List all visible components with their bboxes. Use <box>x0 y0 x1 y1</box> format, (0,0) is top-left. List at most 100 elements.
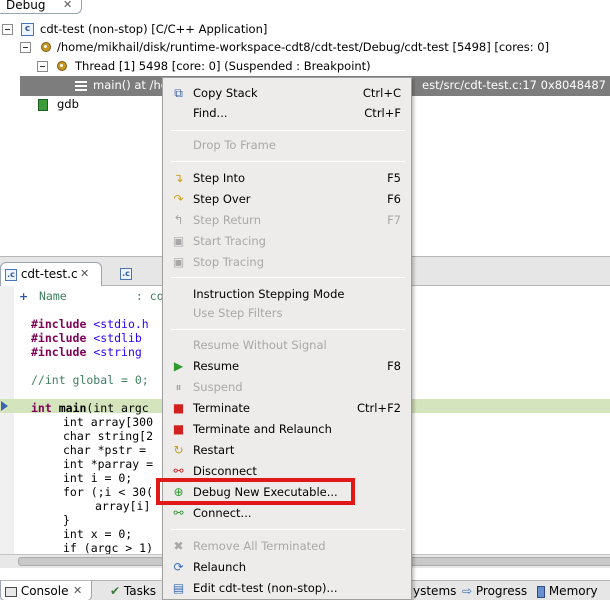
console-icon <box>5 586 17 597</box>
code-line: char *pstr = <box>63 443 154 457</box>
code-line: #include <stdlib <box>31 331 142 345</box>
menu-item-step-into[interactable]: ↴ Step Into F5 <box>163 168 411 188</box>
menu-item-use-step-filters[interactable]: Use Step Filters <box>163 303 411 323</box>
editor-tab-facto[interactable]: .c facto <box>116 262 166 302</box>
close-icon[interactable]: ✕ <box>73 581 82 600</box>
terminate-icon: ■ <box>172 401 185 415</box>
c-file-icon: .c <box>5 268 17 281</box>
code-line: #include <string <box>31 345 142 359</box>
close-icon[interactable]: ✕ <box>80 263 89 285</box>
context-menu: ⧉ Copy Stack Ctrl+C Find... Ctrl+F Drop … <box>162 77 412 600</box>
debug-view-tab[interactable]: Debug ✕ <box>0 0 82 14</box>
debug-view-tabbar: Debug ✕ <box>0 0 610 14</box>
tab-memory[interactable]: Memory <box>537 581 598 600</box>
code-line: int x = 0; <box>63 527 133 541</box>
tab-tasks-label: Tasks <box>123 584 157 598</box>
tab-progress[interactable]: ⇨ Progress <box>462 581 527 600</box>
close-icon[interactable]: ✕ <box>63 0 72 11</box>
start-tracing-icon: ▣ <box>172 234 185 248</box>
code-line: int main(int argc <box>31 401 149 415</box>
menu-separator <box>171 130 405 131</box>
editor-tab-label: cdt-test.c <box>20 267 78 281</box>
menu-item-terminate-and-relaunch[interactable]: ■ Terminate and Relaunch <box>163 419 411 439</box>
menu-separator <box>171 529 405 530</box>
highlight-annotation-box <box>156 478 355 505</box>
step-into-icon: ↴ <box>173 171 184 185</box>
stop-tracing-icon: ▣ <box>172 255 185 269</box>
menu-item-instruction-stepping-mode[interactable]: Instruction Stepping Mode <box>163 284 411 304</box>
collapse-toggle[interactable] <box>2 24 13 35</box>
menu-separator <box>171 329 405 330</box>
c-application-icon: c <box>21 23 34 36</box>
stack-frame-location: est/src/cdt-test.c:17 0x8048487 <box>422 78 606 92</box>
code-line: char string[2 <box>63 429 154 443</box>
fold-expand-icon[interactable]: + <box>19 290 28 303</box>
suspend-icon: ⏸ <box>175 380 182 394</box>
menu-item-edit-launch[interactable]: ▤ Edit cdt-test (non-stop)... <box>163 578 411 598</box>
debug-view-tab-label: Debug <box>6 0 46 12</box>
launch-label: cdt-test (non-stop) [C/C++ Application] <box>40 22 268 36</box>
step-return-icon: ↰ <box>173 213 184 227</box>
code-line: if (argc > 1) <box>63 541 154 555</box>
editor-ruler <box>0 286 14 568</box>
process-label: /home/mikhail/disk/runtime-workspace-cdt… <box>57 40 550 54</box>
tab-console[interactable]: Console ✕ <box>0 581 92 600</box>
instruction-pointer-icon <box>1 401 8 411</box>
menu-item-suspend[interactable]: ⏸ Suspend <box>163 377 411 397</box>
menu-item-step-return[interactable]: ↰ Step Return F7 <box>163 210 411 230</box>
tab-progress-label: Progress <box>475 584 528 598</box>
menu-separator <box>171 277 405 278</box>
process-icon <box>39 40 53 54</box>
editor-folding-ruler <box>14 286 26 568</box>
menu-item-restart[interactable]: ↻ Restart <box>163 440 411 460</box>
code-line: int i = 0; <box>63 471 133 485</box>
disconnect-icon: ⚯ <box>173 464 184 478</box>
terminate-relaunch-icon: ■ <box>172 422 185 436</box>
tab-systems-label: ystems <box>413 584 457 598</box>
menu-item-stop-tracing[interactable]: ▣ Stop Tracing <box>163 252 411 272</box>
menu-item-start-tracing[interactable]: ▣ Start Tracing <box>163 231 411 251</box>
gdb-icon <box>38 99 48 111</box>
stack-frame-label: main() at /ho <box>93 78 168 92</box>
step-over-icon: ↷ <box>173 192 184 206</box>
stack-frame-icon <box>75 81 87 91</box>
code-line: array[i] <box>95 499 151 513</box>
tasks-icon: ✔ <box>110 584 121 598</box>
resume-icon: ▶ <box>173 359 184 373</box>
gdb-label: gdb <box>57 97 79 111</box>
tab-systems[interactable]: ystems <box>413 581 456 600</box>
code-line: int *parray = <box>63 457 160 471</box>
menu-item-copy-stack[interactable]: ⧉ Copy Stack Ctrl+C <box>163 83 411 103</box>
collapse-toggle[interactable] <box>20 42 31 53</box>
tab-memory-label: Memory <box>548 584 598 598</box>
progress-icon: ⇨ <box>462 584 473 598</box>
menu-item-find[interactable]: Find... Ctrl+F <box>163 103 411 123</box>
menu-item-step-over[interactable]: ↷ Step Over F6 <box>163 189 411 209</box>
collapse-toggle[interactable] <box>37 61 48 72</box>
restart-icon: ↻ <box>173 443 184 457</box>
menu-item-connect[interactable]: ⚯ Connect... <box>163 503 411 523</box>
menu-separator <box>171 161 405 162</box>
menu-item-resume-without-signal[interactable]: Resume Without Signal <box>163 335 411 355</box>
menu-item-terminate[interactable]: ■ Terminate Ctrl+F2 <box>163 398 411 418</box>
thread-label: Thread [1] 5498 [core: 0] (Suspended : B… <box>75 59 371 73</box>
menu-item-relaunch[interactable]: ⟳ Relaunch <box>163 557 411 577</box>
editor-tab-cdt-test[interactable]: .c cdt-test.c ✕ <box>0 262 102 286</box>
c-file-icon: .c <box>120 267 132 280</box>
thread-icon <box>55 59 69 73</box>
memory-icon <box>537 585 545 598</box>
tab-console-label: Console <box>20 584 69 598</box>
code-line: for (;i < 30( <box>63 485 154 499</box>
connect-icon: ⚯ <box>173 506 184 520</box>
code-line: Name : co <box>39 289 164 303</box>
tab-tasks[interactable]: ✔ Tasks <box>110 581 156 600</box>
relaunch-icon: ⟳ <box>173 560 184 574</box>
code-line: } <box>63 513 70 527</box>
code-line: //int global = 0; <box>31 373 149 387</box>
menu-item-resume[interactable]: ▶ Resume F8 <box>163 356 411 376</box>
menu-item-remove-all-terminated[interactable]: ✖ Remove All Terminated <box>163 536 411 556</box>
menu-item-drop-to-frame[interactable]: Drop To Frame <box>163 135 411 155</box>
edit-launch-icon: ▤ <box>172 581 185 595</box>
code-line: #include <stdio.h <box>31 317 149 331</box>
remove-terminated-icon: ✖ <box>173 539 184 553</box>
